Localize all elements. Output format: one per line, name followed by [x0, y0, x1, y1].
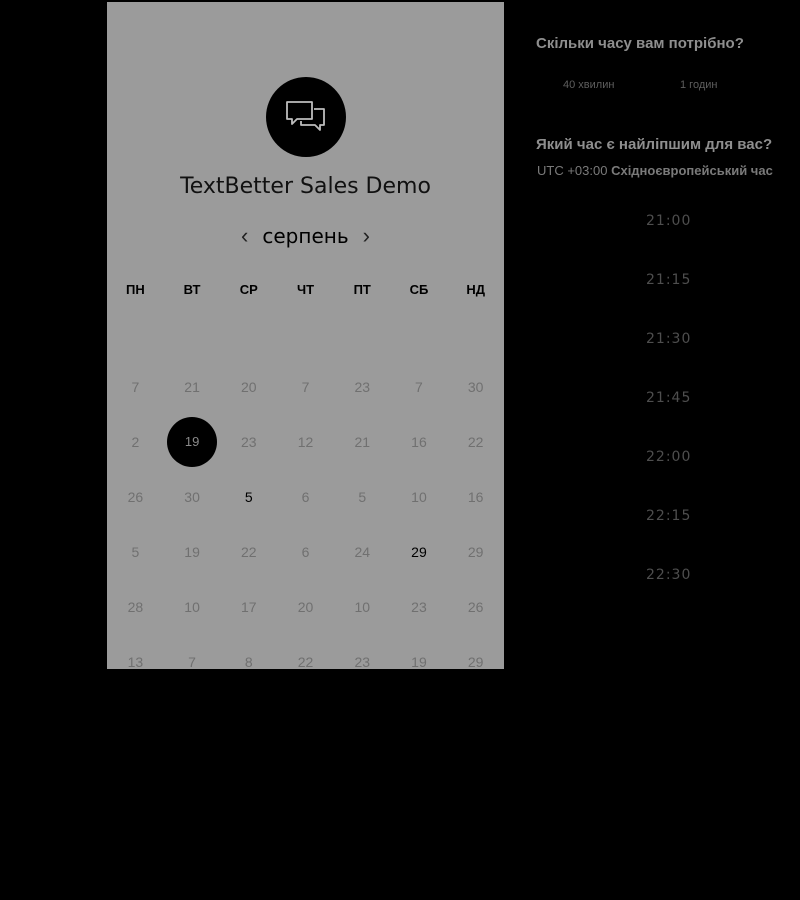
calendar-day: 29 [467, 653, 484, 670]
calendar-day-available[interactable]: 29 [391, 524, 448, 579]
calendar-day-selected[interactable]: 19 [164, 414, 221, 469]
calendar-day: 22 [297, 653, 314, 670]
calendar-day: 30 [184, 488, 200, 505]
time-slot[interactable]: 21:00 [646, 213, 746, 229]
calendar-day: 24 [354, 543, 371, 560]
time-slot[interactable]: 22:00 [646, 449, 746, 465]
calendar-day: 12 [297, 433, 314, 450]
calendar-day: 20 [297, 598, 314, 615]
calendar-day: 22 [241, 543, 257, 560]
calendar-day: 26 [127, 488, 144, 505]
calendar-day: 23 [354, 653, 371, 670]
calendar-day: 28 [127, 598, 144, 615]
time-slot[interactable]: 21:30 [646, 331, 746, 347]
calendar-day: 23 [354, 378, 371, 395]
calendar-day: 10 [411, 488, 427, 505]
timezone-label[interactable]: UTC +03:00 Східноєвропейський час [537, 163, 800, 178]
calendar-grid: 7 21 20 7 23 7 30 2 19 23 12 21 16 22 26… [107, 359, 504, 670]
weekday-label: СБ [409, 282, 429, 297]
calendar-day: 7 [188, 653, 196, 670]
calendar-day-available[interactable]: 5 [220, 469, 277, 524]
calendar-day: 23 [411, 598, 427, 615]
calendar-day: 2 [131, 433, 140, 450]
calendar-day: 7 [131, 378, 140, 395]
calendar-day: 7 [415, 378, 423, 395]
calendar-week: 7 21 20 7 23 7 30 [107, 359, 504, 414]
calendar-day: 19 [411, 653, 427, 670]
time-slot[interactable]: 21:15 [646, 272, 746, 288]
time-question: Який час є найліпшим для вас? [536, 136, 773, 153]
calendar-day: 5 [131, 543, 140, 560]
weekday-label: ЧТ [296, 282, 315, 297]
calendar-day: 23 [241, 433, 257, 450]
calendar-day: 6 [301, 543, 310, 560]
duration-question: Скільки часу вам потрібно? [536, 35, 744, 52]
weekday-label: НД [466, 282, 485, 297]
calendar-day: 13 [127, 653, 144, 670]
calendar-week: 13 7 8 22 23 19 29 [107, 634, 504, 670]
weekday-label: СР [239, 282, 258, 297]
calendar-week: 2 19 23 12 21 16 22 [107, 414, 504, 469]
time-slot[interactable]: 22:30 [646, 567, 746, 583]
weekday-header: ПН ВТ СР ЧТ ПТ СБ НД [107, 282, 504, 297]
calendar-day: 17 [241, 598, 257, 615]
calendar-day: 6 [301, 488, 310, 505]
calendar-day: 20 [241, 378, 257, 395]
duration-options: 40 хвилин 1 годин [536, 79, 800, 95]
calendar-day: 26 [467, 598, 484, 615]
calendar-week: 28 10 17 20 10 23 26 [107, 579, 504, 634]
weekday-label: ПТ [353, 282, 371, 297]
prev-month-button[interactable]: ‹ [241, 225, 248, 247]
calendar-week: 26 30 5 6 5 10 16 [107, 469, 504, 524]
calendar-day: 7 [301, 378, 310, 395]
calendar-day: 10 [354, 598, 371, 615]
calendar-day: 19 [184, 543, 200, 560]
booking-card: TextBetter Sales Demo ‹ серпень › ПН ВТ … [107, 2, 504, 669]
calendar-day: 21 [354, 433, 371, 450]
next-month-button[interactable]: › [363, 225, 370, 247]
timezone-name: Східноєвропейський час [611, 163, 773, 178]
calendar-day: 21 [184, 378, 200, 395]
calendar-day: 16 [411, 433, 427, 450]
calendar-day: 5 [358, 488, 367, 505]
time-slot[interactable]: 21:45 [646, 390, 746, 406]
month-navigation: ‹ серпень › [107, 221, 504, 251]
calendar-day: 8 [244, 653, 253, 670]
month-label: серпень [262, 224, 349, 248]
weekday-label: ПН [125, 282, 145, 297]
event-title: TextBetter Sales Demo [180, 174, 431, 199]
chat-bubbles-icon [286, 101, 325, 131]
calendar-week: 5 19 22 6 24 29 29 [107, 524, 504, 579]
calendar-day: 30 [467, 378, 484, 395]
calendar-day: 10 [184, 598, 200, 615]
calendar-day: 22 [467, 433, 484, 450]
chat-bubbles-logo [266, 77, 346, 157]
timezone-offset: UTC +03:00 [537, 163, 608, 178]
duration-option-1-hour[interactable]: 1 годин [680, 79, 717, 91]
calendar-day: 29 [467, 543, 484, 560]
weekday-label: ВТ [183, 282, 201, 297]
duration-option-40-min[interactable]: 40 хвилин [563, 79, 614, 91]
time-slot[interactable]: 22:15 [646, 508, 746, 524]
calendar-day: 16 [467, 488, 484, 505]
